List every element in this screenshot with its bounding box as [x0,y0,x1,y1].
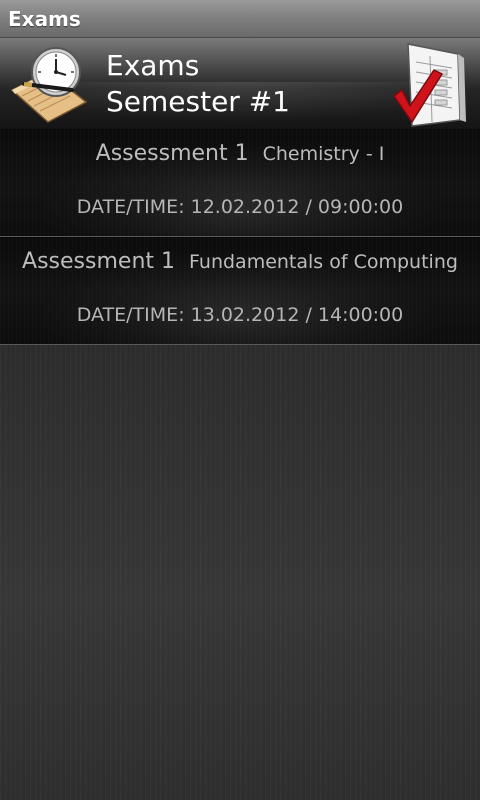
title-bar: Exams [0,0,480,38]
clock-notepad-icon [10,47,88,123]
exam-subject: Chemistry - I [262,143,385,165]
exam-item-heading: Assessment 1 Chemistry - I [0,141,480,166]
exam-item-chemistry[interactable]: Assessment 1 Chemistry - I DATE/TIME: 12.… [0,129,480,237]
exam-subject: Fundamentals of Computing [189,251,458,273]
checklist-checkmark-icon [393,43,466,127]
header-title: Exams [106,49,200,82]
window-title: Exams [8,7,81,31]
exam-assessment: Assessment 1 [95,141,249,166]
exam-item-computing[interactable]: Assessment 1 Fundamentals of Computing DA… [0,237,480,345]
exam-assessment: Assessment 1 [22,249,176,274]
exam-item-heading: Assessment 1 Fundamentals of Computing [0,249,480,274]
exam-datetime: DATE/TIME: 13.02.2012 / 14:00:00 [76,304,404,326]
page-header: Exams Semester #1 [0,38,480,129]
exam-datetime: DATE/TIME: 12.02.2012 / 09:00:00 [76,196,404,218]
exam-list: Assessment 1 Chemistry - I DATE/TIME: 12.… [0,129,480,345]
app-screen: Exams Exams Semester #1 Assessment 1 Che… [0,0,480,800]
header-subtitle: Semester #1 [106,85,290,118]
